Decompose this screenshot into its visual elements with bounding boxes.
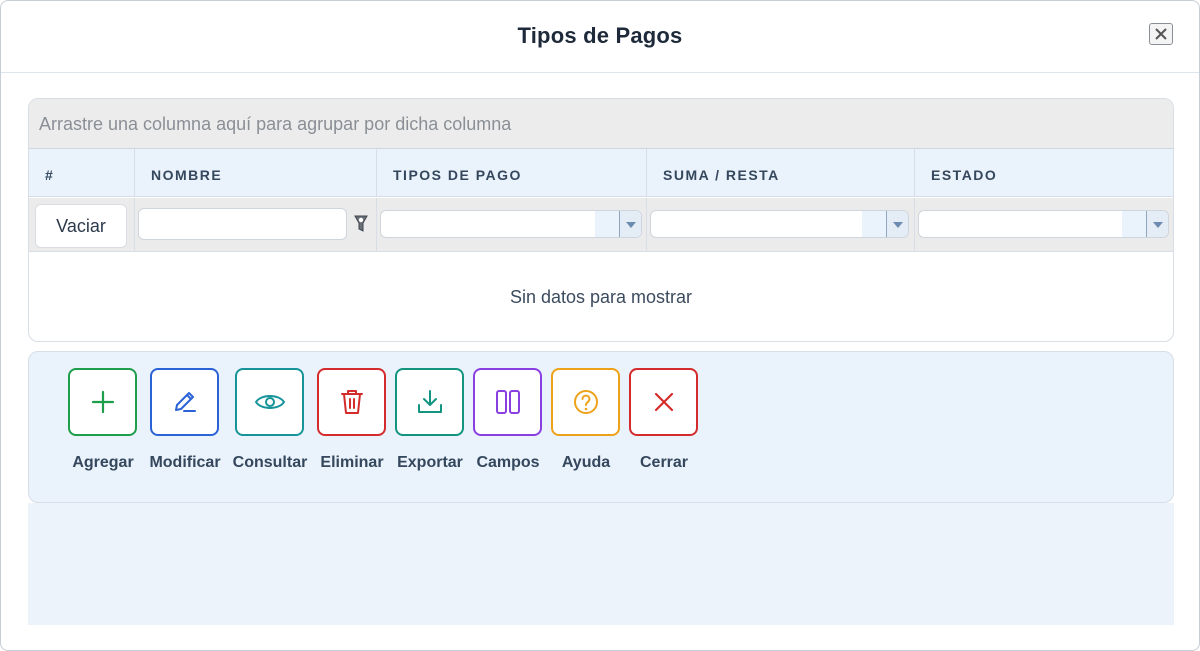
chevron-down-icon [892,222,903,228]
filter-cell-number: Vaciar [29,198,134,252]
empty-grid-message: Sin datos para mostrar [509,287,693,307]
filter-cell-nombre [134,198,376,252]
delete-button-label: Eliminar [320,454,384,471]
tipos-de-pago-filter-select[interactable] [380,210,642,238]
dialog-header: Tipos de Pagos [1,1,1199,73]
view-button-label: Consultar [232,454,308,471]
delete-button[interactable]: Eliminar [307,368,397,488]
filter-cell-estado [914,198,1173,252]
tipos-de-pagos-dialog: Tipos de Pagos Arrastre una columna aquí… [0,0,1200,651]
plus-icon [91,390,114,414]
filter-cell-tipos-de-pago [376,198,646,252]
column-header-number[interactable]: # [29,149,134,197]
action-toolbar: Agregar Modificar Consultar Eliminar Exp… [28,351,1174,503]
add-button[interactable]: Agregar [58,368,148,488]
column-header-estado[interactable]: ESTADO [914,149,1173,197]
help-button[interactable]: Ayuda [541,368,631,488]
eye-icon [254,395,285,409]
close-button-label: Cerrar [639,454,689,471]
fields-button-label: Campos [476,454,540,471]
chevron-down-icon [625,222,636,228]
estado-filter-select[interactable] [918,210,1169,238]
grid-filter-row: Vaciar [29,198,1173,252]
close-button[interactable]: Cerrar [619,368,709,488]
fields-button[interactable]: Campos [463,368,553,488]
pencil-icon [174,392,196,412]
close-icon [1155,28,1167,40]
estado-dropdown-button[interactable] [1146,211,1168,237]
nombre-filter-input[interactable] [138,208,347,240]
content-area [28,503,1174,625]
columns-icon [495,390,520,414]
view-button[interactable]: Consultar [225,368,315,488]
help-button-label: Ayuda [561,454,611,471]
dialog-close-button[interactable] [1149,23,1173,45]
data-grid: Arrastre una columna aquí para agrupar p… [28,98,1174,342]
download-icon [417,390,442,413]
tipos-de-pago-dropdown-button[interactable] [619,211,641,237]
column-header-tipos-de-pago[interactable]: TIPOS DE PAGO [376,149,646,197]
filter-icon[interactable] [353,214,369,234]
help-icon [573,390,598,414]
close-icon [654,392,673,412]
export-button[interactable]: Exportar [385,368,475,488]
group-panel[interactable]: Arrastre una columna aquí para agrupar p… [29,99,1173,149]
suma-resta-dropdown-button[interactable] [886,211,908,237]
grid-header-row: # NOMBRE TIPOS DE PAGO SUMA / RESTA ESTA… [29,149,1173,197]
clear-filters-button[interactable]: Vaciar [35,204,127,248]
suma-resta-filter-select[interactable] [650,210,909,238]
export-button-label: Exportar [397,454,463,471]
trash-icon [340,390,363,414]
column-header-nombre[interactable]: NOMBRE [134,149,376,197]
edit-button[interactable]: Modificar [140,368,230,488]
dialog-title: Tipos de Pagos [517,23,683,48]
chevron-down-icon [1152,222,1163,228]
filter-cell-suma-resta [646,198,914,252]
add-button-label: Agregar [72,454,134,471]
edit-button-label: Modificar [149,454,221,471]
column-header-suma-resta[interactable]: SUMA / RESTA [646,149,914,197]
